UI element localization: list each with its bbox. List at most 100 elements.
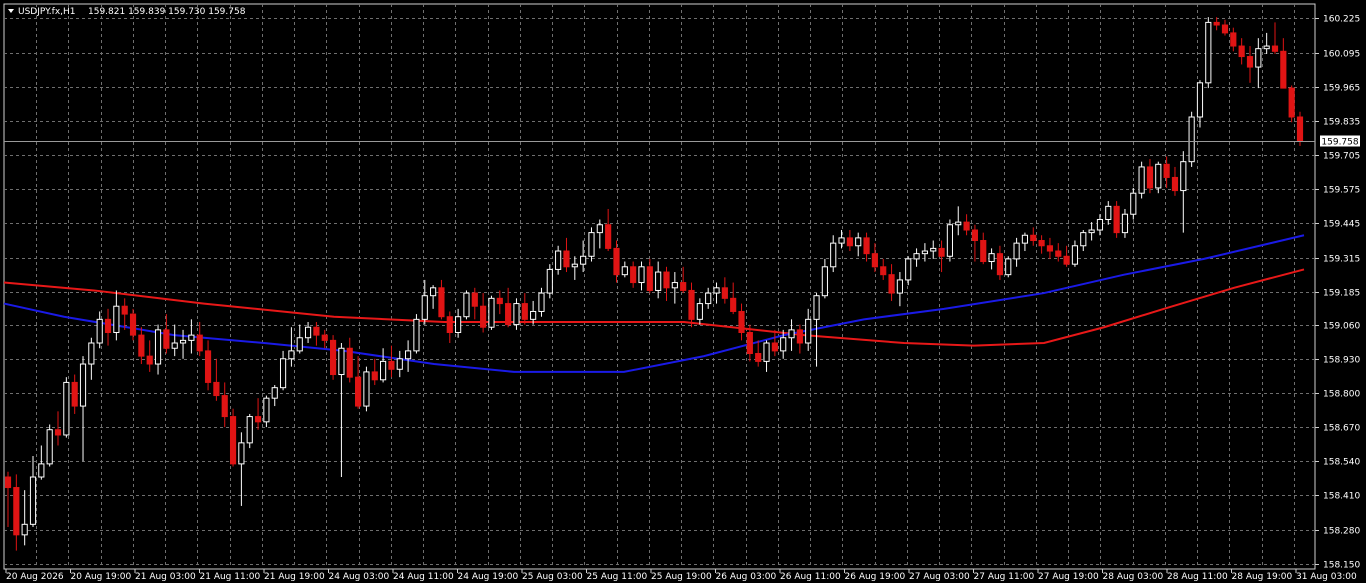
bear-candle-body (496, 297, 503, 305)
bull-candle-body (338, 347, 345, 376)
candle (363, 366, 370, 412)
bull-candle-body (421, 295, 428, 320)
bull-candle-body (638, 266, 645, 284)
candle (63, 377, 70, 438)
bear-candle-body (613, 247, 620, 276)
bull-candle-body (896, 279, 903, 294)
bull-candle-body (380, 360, 387, 381)
bull-candle-body (46, 429, 53, 465)
bear-candle-body (213, 381, 220, 397)
bull-candle-body (430, 287, 437, 297)
bull-candle-body (780, 337, 787, 352)
bull-candle-body (821, 266, 828, 297)
bull-candle-body (705, 292, 712, 305)
bull-candle-body (296, 337, 303, 352)
bull-candle-body (763, 342, 770, 362)
bear-candle-body (480, 305, 487, 328)
bull-candle-body (788, 329, 795, 339)
bear-candle-body (313, 326, 320, 336)
bear-candle-body (355, 376, 362, 407)
bull-candle-body (696, 303, 703, 320)
bull-candle-body (1196, 82, 1204, 118)
bull-candle-body (63, 381, 70, 436)
candle (463, 290, 470, 320)
candle (1005, 256, 1012, 278)
bull-candle-body (271, 387, 278, 399)
bear-candle-body (1271, 45, 1279, 52)
candle (1113, 201, 1120, 238)
bull-candle-body (571, 263, 578, 268)
bear-candle-body (1288, 87, 1295, 118)
bull-candle-body (1263, 45, 1270, 50)
x-tick-label: 27 Aug 03:00 (909, 572, 970, 582)
bull-candle-body (79, 363, 87, 407)
bear-candle-body (871, 253, 878, 268)
y-tick-label: 159.185 (1323, 289, 1360, 299)
bull-candle-body (988, 253, 995, 263)
y-tick-label: 158.540 (1323, 458, 1360, 468)
bear-candle-body (371, 371, 378, 381)
bull-candle-body (1080, 232, 1087, 247)
bear-candle-body (1221, 24, 1229, 34)
y-tick-label: 158.930 (1323, 356, 1360, 366)
bear-candle-body (1030, 234, 1037, 242)
x-tick-label: 26 Aug 11:00 (780, 572, 841, 582)
bear-candle-body (196, 334, 203, 352)
bear-candle-body (688, 289, 695, 320)
bull-candle-body (855, 237, 862, 247)
bull-candle-body (671, 282, 678, 289)
bull-candle-body (1005, 258, 1012, 276)
bear-candle-body (938, 247, 945, 257)
bull-candle-body (580, 255, 587, 265)
bull-candle-body (279, 358, 287, 389)
bear-candle-body (971, 229, 979, 242)
x-tick-label: 21 Aug 03:00 (135, 572, 196, 582)
bull-candle-body (621, 266, 628, 276)
candle (488, 295, 495, 330)
x-tick-label: 28 Aug 19:00 (1232, 572, 1293, 582)
bull-candle-body (188, 334, 195, 341)
bear-candle-body (963, 221, 970, 231)
candle (246, 413, 253, 449)
bull-candle-body (1121, 213, 1129, 234)
bull-candle-body (1071, 245, 1079, 265)
price-chart[interactable]: 160.225 160.095 159.965 159.835 159.705 159.5… (0, 0, 1366, 583)
x-tick-label: 28 Aug 11:00 (1167, 572, 1228, 582)
y-tick-label: 159.835 (1323, 118, 1360, 128)
candle (588, 227, 595, 262)
bear-candle-body (846, 237, 853, 247)
symbol-label: USDJPY.fx,H1 (18, 7, 76, 17)
bull-candle-body (930, 247, 937, 252)
bull-candle-body (88, 342, 95, 365)
x-tick-label: 21 Aug 11:00 (200, 572, 261, 582)
bull-candle-body (96, 318, 103, 344)
bear-candle-body (563, 250, 570, 268)
bull-candle-body (304, 326, 312, 339)
y-tick-label: 158.150 (1323, 561, 1360, 571)
bear-candle-body (1171, 176, 1179, 192)
bull-candle-body (913, 253, 920, 260)
bull-candle-body (405, 350, 412, 360)
x-tick-label: 27 Aug 19:00 (1038, 572, 1099, 582)
chart-header: USDJPY.fx,H1 159.821 159.839 159.730 159… (8, 7, 246, 17)
y-tick-label: 159.705 (1323, 152, 1360, 162)
bear-candle-body (1055, 250, 1062, 257)
candle (229, 408, 237, 467)
bear-candle-body (138, 334, 145, 357)
bull-candle-body (38, 463, 45, 478)
x-tick-label: 25 Aug 03:00 (522, 572, 583, 582)
y-tick-label: 159.445 (1323, 220, 1360, 230)
x-tick-label: 31 Aug 03:00 (1296, 572, 1357, 582)
bull-candle-body (1105, 205, 1112, 220)
y-tick-label: 158.410 (1323, 492, 1360, 502)
bull-candle-body (463, 292, 470, 318)
bear-candle-body (121, 305, 128, 315)
bear-candle-body (1113, 205, 1120, 234)
bull-candle-body (546, 268, 553, 294)
bull-candle-body (1205, 21, 1212, 84)
bull-candle-body (921, 250, 928, 255)
y-tick-label: 158.800 (1323, 390, 1360, 400)
bear-candle-body (888, 274, 895, 294)
bull-candle-body (1021, 234, 1029, 244)
bear-candle-body (446, 316, 453, 333)
